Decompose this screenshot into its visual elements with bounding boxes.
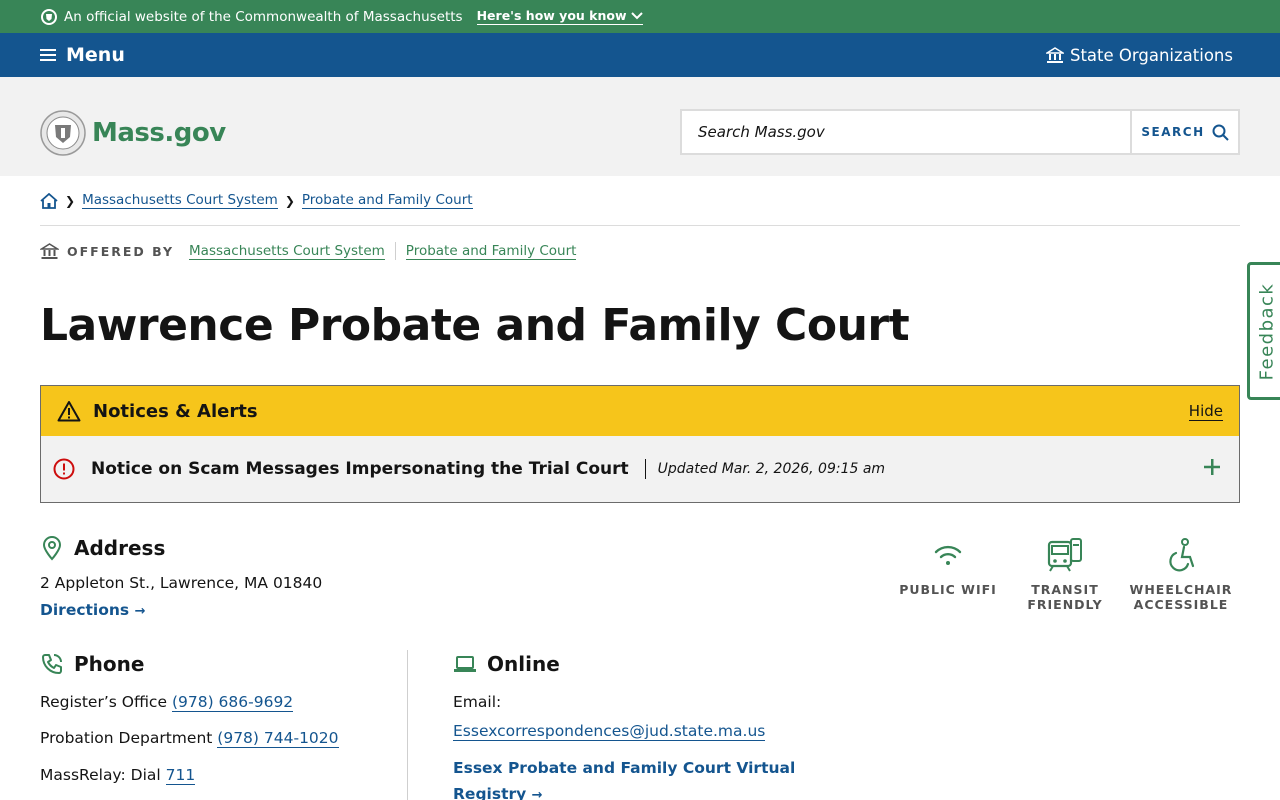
alert-item[interactable]: Notice on Scam Messages Impersonating th… [40, 436, 1240, 503]
alert-updated-date: Updated Mar. 2, 2026, 09:15 am [657, 461, 886, 477]
arrow-right-icon: → [531, 788, 543, 800]
amenity-label: TRANSIT [1031, 582, 1099, 597]
phone-heading-text: Phone [74, 652, 145, 676]
address-heading-text: Address [74, 536, 166, 560]
state-organizations-button[interactable]: State Organizations [1045, 45, 1233, 65]
menu-button[interactable]: Menu [40, 44, 125, 66]
phone-row-probation: Probation Department (978) 744-1020 [40, 729, 339, 748]
amenity-wheelchair-accessible: WHEELCHAIR ACCESSIBLE [1126, 534, 1236, 612]
how-you-know-button[interactable]: Here's how you know [476, 8, 643, 25]
search-input[interactable] [682, 111, 1130, 153]
amenity-transit-friendly: TRANSIT FRIENDLY [1010, 534, 1120, 612]
email-row: Essexcorrespondences@jud.state.ma.us [453, 722, 766, 741]
phone-heading: Phone [40, 652, 144, 676]
logo-text: Mass.gov [92, 118, 226, 148]
amenity-label: WHEELCHAIR [1129, 582, 1233, 597]
alert-title: Notice on Scam Messages Impersonating th… [91, 459, 629, 479]
feedback-label: Feedback [1256, 282, 1278, 380]
divider [644, 459, 646, 479]
virtual-registry-link[interactable]: Essex Probate and Family Court Virtual R… [453, 755, 795, 800]
online-heading-text: Online [487, 652, 560, 676]
hamburger-icon [40, 49, 56, 61]
directions-label: Directions [40, 601, 130, 619]
directions-link[interactable]: Directions → [40, 601, 145, 619]
amenity-label: ACCESSIBLE [1133, 597, 1229, 612]
official-banner-text: An official website of the Commonwealth … [64, 8, 463, 25]
amenity-label: FRIENDLY [1027, 597, 1103, 612]
state-organizations-label: State Organizations [1069, 45, 1233, 65]
amenity-public-wifi: PUBLIC WIFI [893, 534, 1003, 597]
chevron-right-icon: ❯ [284, 193, 295, 208]
alert-circle-icon [53, 458, 75, 480]
divider [394, 242, 396, 260]
phone-icon [42, 654, 62, 674]
wheelchair-icon [1169, 538, 1195, 572]
laptop-icon [454, 656, 476, 672]
wifi-icon [934, 545, 962, 565]
online-heading: Online [453, 652, 560, 676]
arrow-right-icon: → [134, 604, 146, 619]
seal-icon [40, 8, 58, 26]
chevron-down-icon [630, 11, 643, 19]
offered-by-court-system[interactable]: Massachusetts Court System [189, 243, 385, 260]
site-header: Mass.gov SEARCH [0, 77, 1280, 176]
official-banner: An official website of the Commonwealth … [0, 0, 1280, 33]
warning-icon [57, 401, 81, 422]
address-heading: Address [40, 535, 165, 561]
home-icon[interactable] [40, 192, 58, 209]
breadcrumb-court-system[interactable]: Massachusetts Court System [82, 192, 278, 209]
phone-row-registers-office: Register’s Office (978) 686-9692 [40, 693, 294, 712]
email-label: Email: [453, 693, 502, 711]
chevron-right-icon: ❯ [65, 193, 76, 208]
plus-icon[interactable] [1203, 458, 1221, 476]
seal-icon [40, 110, 86, 156]
breadcrumb-probate-family-court[interactable]: Probate and Family Court [301, 192, 473, 209]
search-button-label: SEARCH [1141, 125, 1205, 139]
offered-by-probate-family-court[interactable]: Probate and Family Court [405, 243, 577, 260]
phone-row-label: Probation Department [40, 729, 213, 747]
divider [40, 225, 1240, 226]
search-button[interactable]: SEARCH [1130, 111, 1238, 153]
top-navigation-bar: Menu State Organizations [0, 33, 1280, 77]
email-link[interactable]: Essexcorrespondences@jud.state.ma.us [453, 722, 766, 741]
column-divider [407, 650, 408, 800]
address-line: 2 Appleton St., Lawrence, MA 01840 [40, 574, 323, 592]
notices-alerts-title: Notices & Alerts [93, 400, 258, 422]
how-you-know-label: Here's how you know [476, 8, 627, 23]
phone-number-link[interactable]: 711 [165, 766, 196, 785]
offered-by: OFFERED BY Massachusetts Court System Pr… [40, 242, 577, 260]
hide-alerts-button[interactable]: Hide [1188, 402, 1223, 421]
location-pin-icon [42, 536, 62, 561]
building-icon [40, 243, 59, 259]
phone-row-label: MassRelay: Dial [40, 766, 161, 784]
search-form: SEARCH [680, 109, 1240, 155]
building-icon [1045, 47, 1064, 63]
mass-gov-logo[interactable]: Mass.gov [40, 110, 226, 156]
virtual-registry-label: Registry [453, 785, 527, 800]
notices-alerts-header: Notices & Alerts Hide [40, 385, 1240, 437]
offered-by-label: OFFERED BY [67, 243, 175, 259]
phone-row-massrelay: MassRelay: Dial 711 [40, 766, 196, 785]
transit-icon [1047, 538, 1082, 572]
feedback-button[interactable]: Feedback [1247, 262, 1280, 400]
menu-label: Menu [66, 44, 125, 66]
phone-number-link[interactable]: (978) 744-1020 [217, 729, 339, 748]
breadcrumb: ❯ Massachusetts Court System ❯ Probate a… [40, 192, 473, 209]
virtual-registry-label: Essex Probate and Family Court Virtual [453, 759, 796, 777]
page-title: Lawrence Probate and Family Court [40, 300, 910, 351]
amenity-label: PUBLIC WIFI [899, 582, 997, 597]
search-icon [1212, 124, 1229, 141]
phone-row-label: Register’s Office [40, 693, 167, 711]
phone-number-link[interactable]: (978) 686-9692 [171, 693, 294, 712]
